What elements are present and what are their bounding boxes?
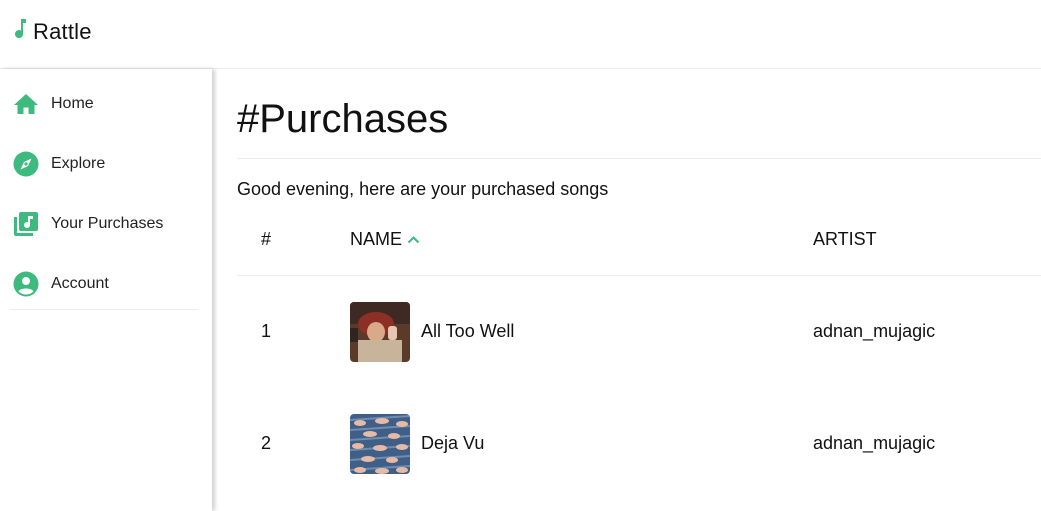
column-header-name-label: NAME <box>350 229 403 249</box>
song-name: All Too Well <box>421 321 515 341</box>
brand-logo[interactable]: Rattle <box>14 18 92 45</box>
column-header-number-label: # <box>261 229 272 249</box>
sidebar-item-home[interactable]: Home <box>0 74 212 134</box>
sidebar-divider <box>10 309 198 310</box>
column-header-artist[interactable]: ARTIST <box>813 229 877 250</box>
song-name: Deja Vu <box>421 433 485 453</box>
column-header-name[interactable]: NAME <box>350 229 420 250</box>
sidebar-item-label: Home <box>51 95 94 112</box>
home-icon <box>12 90 40 118</box>
greeting-text: Good evening, here are your purchased so… <box>237 179 609 199</box>
account-circle-icon <box>12 270 40 298</box>
top-bar: Rattle <box>0 0 1041 69</box>
row-number: 2 <box>261 433 272 453</box>
column-header-artist-label: ARTIST <box>813 229 877 249</box>
title-divider <box>237 158 1041 159</box>
compass-icon <box>12 150 40 178</box>
chevron-up-icon <box>407 235 420 244</box>
sidebar: Home Explore Your Purchases Account <box>0 69 212 511</box>
app-name: Rattle <box>33 18 92 44</box>
table-header-divider <box>237 275 1041 276</box>
column-header-number: # <box>261 229 271 250</box>
sidebar-item-account[interactable]: Account <box>0 254 212 314</box>
table-row[interactable]: 1 All Too Well adnan_mujagic <box>237 302 1041 362</box>
library-music-icon <box>12 210 40 238</box>
artist-name: adnan_mujagic <box>813 321 936 341</box>
table-row[interactable]: 2 Deja Vu adnan_mujagic <box>237 414 1041 474</box>
music-note-icon <box>14 18 28 45</box>
page-title: #Purchases <box>237 97 449 141</box>
sidebar-item-label: Your Purchases <box>51 215 164 232</box>
sidebar-item-your-purchases[interactable]: Your Purchases <box>0 194 212 254</box>
sidebar-item-label: Account <box>51 275 109 292</box>
sidebar-item-explore[interactable]: Explore <box>0 134 212 194</box>
sidebar-item-label: Explore <box>51 155 106 172</box>
album-cover-thumbnail[interactable] <box>350 302 410 362</box>
row-number: 1 <box>261 321 272 341</box>
album-cover-thumbnail[interactable] <box>350 414 410 474</box>
artist-name: adnan_mujagic <box>813 433 936 453</box>
